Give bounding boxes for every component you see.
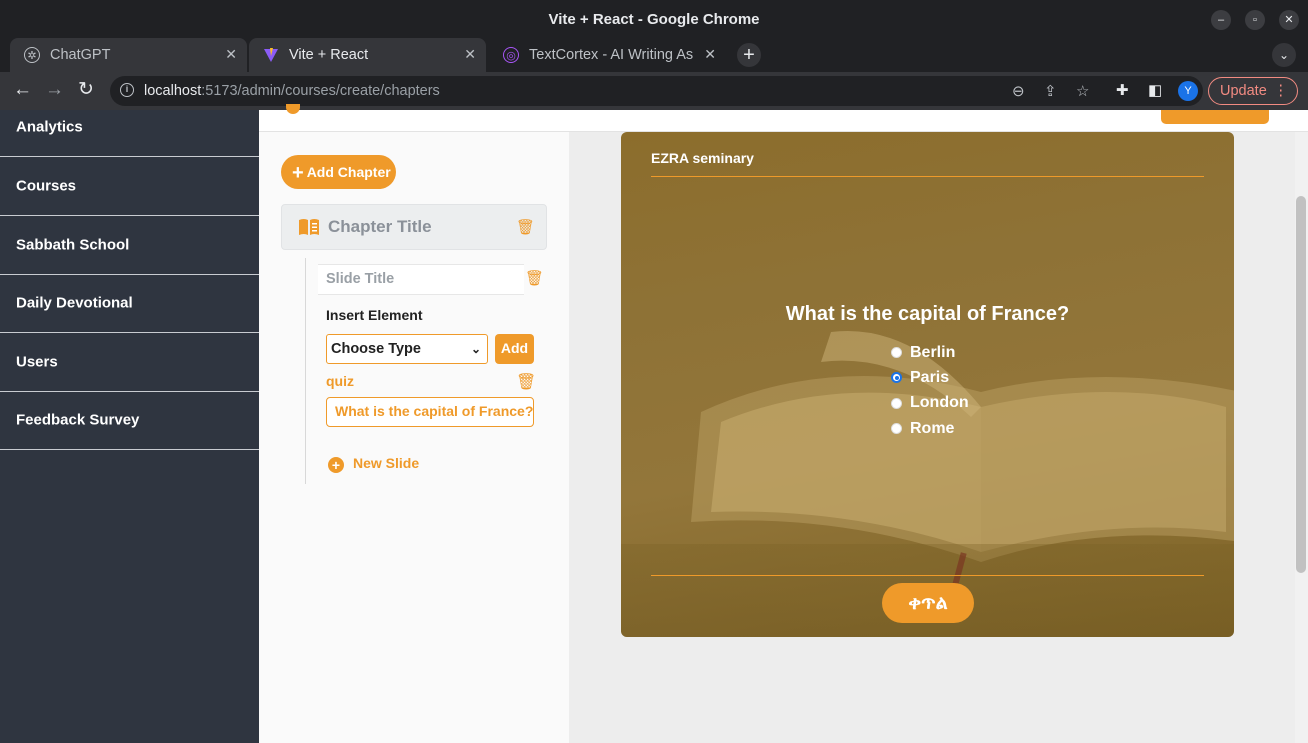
close-tab-icon[interactable]: ✕ [225, 46, 237, 63]
tab-label: TextCortex - AI Writing As [529, 47, 694, 63]
minimize-icon[interactable]: – [1211, 10, 1231, 30]
sidebar-item-users[interactable]: Users [0, 333, 259, 392]
sidebar-item-sabbath-school[interactable]: Sabbath School [0, 216, 259, 275]
element-type-label: quiz [326, 373, 354, 389]
update-button[interactable]: Update ⋮ [1208, 77, 1298, 105]
scrollbar-thumb[interactable] [1296, 196, 1306, 573]
quiz-question: What is the capital of France? [785, 303, 1070, 325]
divider [651, 575, 1204, 576]
extensions-icon[interactable]: ✚ [1116, 81, 1129, 99]
slide-editor: Slide Title 🗑 Insert Element Choose Type… [305, 258, 549, 484]
trash-icon[interactable]: 🗑 [525, 269, 544, 287]
quiz-option[interactable]: Berlin [891, 340, 969, 365]
header-action-button[interactable] [1161, 110, 1269, 124]
insert-element-label: Insert Element [326, 307, 423, 323]
quiz-question-input[interactable]: What is the capital of France? [326, 397, 534, 427]
plus-icon: + [292, 162, 304, 184]
vite-icon [263, 47, 279, 63]
url-text[interactable]: localhost:5173/admin/courses/create/chap… [144, 83, 440, 99]
textcortex-icon: ◎ [503, 47, 519, 63]
slide-preview-card: EZRA seminary What is the capital of Fra… [621, 132, 1234, 637]
close-tab-icon[interactable]: ✕ [704, 46, 716, 63]
tab-vite-react[interactable]: Vite + React ✕ [249, 38, 486, 72]
address-bar[interactable]: i localhost:5173/admin/courses/create/ch… [110, 76, 1203, 106]
tab-label: Vite + React [289, 47, 369, 63]
quiz-option[interactable]: Paris [891, 365, 969, 390]
back-arrow-icon[interactable]: ← [13, 80, 32, 100]
page-header-strip [259, 104, 1308, 132]
chevron-down-icon: ⌄ [470, 342, 481, 356]
plus-circle-icon: + [328, 457, 344, 473]
chapter-item[interactable]: Chapter Title 🗑 [281, 204, 547, 250]
sidebar-item-analytics[interactable]: Analytics [0, 98, 259, 157]
header-indicator [286, 104, 300, 114]
more-menu-icon[interactable]: ⋮ [1274, 78, 1289, 104]
sidebar-item-feedback-survey[interactable]: Feedback Survey [0, 391, 259, 450]
add-element-button[interactable]: Add [495, 334, 534, 364]
tab-label: ChatGPT [50, 47, 111, 63]
radio-button[interactable] [891, 372, 902, 384]
forward-arrow-icon[interactable]: → [45, 80, 64, 100]
trash-icon[interactable]: 🗑 [516, 218, 535, 236]
new-tab-icon[interactable]: + [737, 43, 761, 67]
new-slide-button[interactable]: + New Slide [328, 455, 419, 473]
slide-title-input[interactable]: Slide Title [318, 264, 524, 295]
quiz-option[interactable]: London [891, 391, 969, 416]
side-panel-icon[interactable]: ◧ [1148, 81, 1162, 99]
tab-strip: ✲ ChatGPT ✕ Vite + React ✕ ◎ TextCortex … [0, 38, 1308, 72]
site-info-icon[interactable]: i [120, 83, 134, 97]
quiz-options: Berlin Paris London Rome [891, 340, 969, 441]
share-icon[interactable]: ⇪ [1044, 82, 1057, 100]
tab-search-icon[interactable]: ⌄ [1272, 43, 1296, 67]
close-tab-icon[interactable]: ✕ [464, 46, 476, 63]
radio-button[interactable] [891, 397, 902, 409]
next-button[interactable]: ቀጥል [882, 583, 974, 623]
trash-icon[interactable]: 🗑 [516, 372, 536, 392]
sidebar-item-courses[interactable]: Courses [0, 157, 259, 216]
close-window-icon[interactable]: ✕ [1279, 10, 1299, 30]
chapter-editor: + Add Chapter Chapter Title 🗑 Slide Title… [259, 132, 569, 743]
bookmark-star-icon[interactable]: ☆ [1076, 82, 1089, 100]
sidebar: Analytics Courses Sabbath School Daily D… [0, 110, 259, 743]
tab-textcortex[interactable]: ◎ TextCortex - AI Writing As ✕ [489, 38, 726, 72]
maximize-icon[interactable]: ▫ [1245, 10, 1265, 30]
element-type-select[interactable]: Choose Type ⌄ [326, 334, 488, 364]
page-scrollbar[interactable] [1295, 132, 1308, 743]
browser-title-bar: Vite + React - Google Chrome – ▫ ✕ [0, 0, 1308, 38]
radio-button[interactable] [891, 423, 902, 435]
tab-chatgpt[interactable]: ✲ ChatGPT ✕ [10, 38, 247, 72]
quiz-option[interactable]: Rome [891, 416, 969, 441]
profile-avatar[interactable]: Y [1178, 81, 1198, 101]
chatgpt-icon: ✲ [24, 47, 40, 63]
add-chapter-button[interactable]: + Add Chapter [281, 155, 396, 189]
window-title: Vite + React - Google Chrome [548, 11, 760, 28]
chapter-title-input[interactable]: Chapter Title [328, 217, 432, 237]
divider [651, 176, 1204, 177]
brand-title: EZRA seminary [651, 150, 754, 166]
sidebar-item-daily-devotional[interactable]: Daily Devotional [0, 274, 259, 333]
reload-icon[interactable]: ↻ [78, 80, 94, 100]
book-icon [299, 219, 319, 235]
radio-button[interactable] [891, 347, 902, 359]
zoom-icon[interactable]: ⊖ [1012, 82, 1025, 100]
